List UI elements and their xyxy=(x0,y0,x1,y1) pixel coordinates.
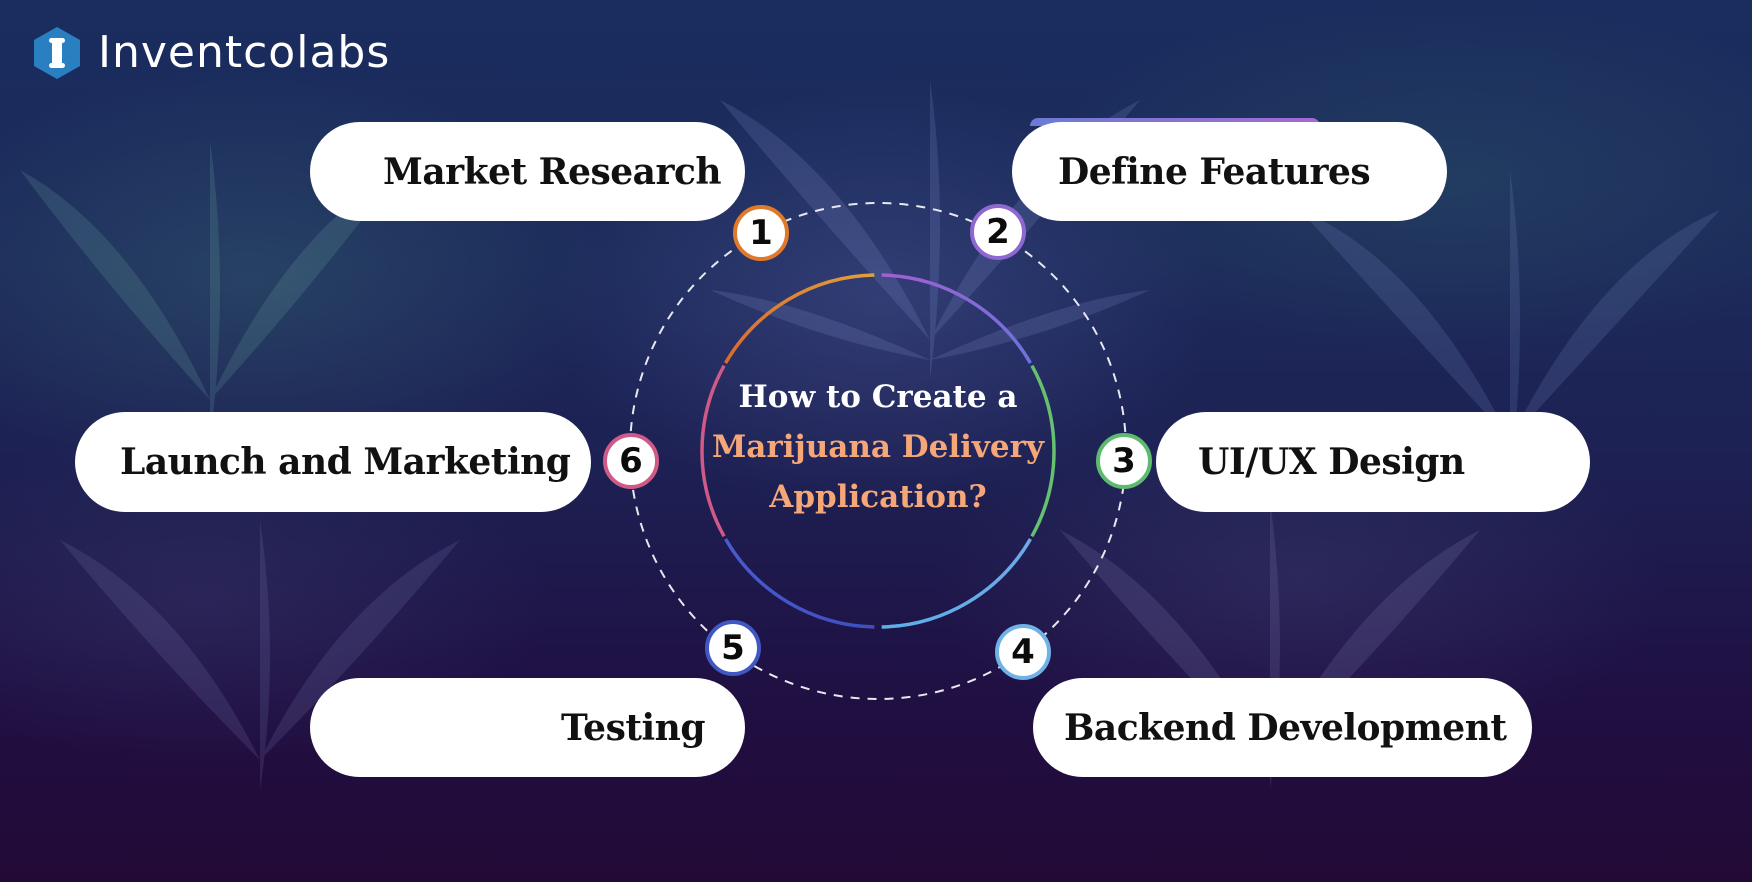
step-label: Backend Development xyxy=(1064,706,1507,749)
infographic-canvas: Inventcolabs Market Research Define Feat… xyxy=(0,0,1752,882)
step-pill-testing: Testing xyxy=(310,678,745,777)
step-pill-market-research: Market Research xyxy=(310,122,745,221)
step-number-badge-2: 2 xyxy=(970,204,1026,260)
step-pill-uiux-design: UI/UX Design xyxy=(1156,412,1590,512)
step-label: Testing xyxy=(561,706,705,749)
step-label: Market Research xyxy=(383,150,722,193)
step-number-badge-1: 1 xyxy=(733,205,789,261)
center-title-line-3: Application? xyxy=(769,479,987,515)
step-number-badge-3: 3 xyxy=(1096,433,1152,489)
ring-segment-2 xyxy=(881,273,1032,364)
step-label: Define Features xyxy=(1058,150,1371,193)
step-number-badge-5: 5 xyxy=(705,620,761,676)
ring-segment-4 xyxy=(881,538,1032,629)
center-title-line-2: Marijuana Delivery xyxy=(711,429,1044,465)
ring-segment-1 xyxy=(724,273,875,364)
step-pill-backend-development: Backend Development xyxy=(1033,678,1532,777)
step-number-badge-4: 4 xyxy=(995,624,1051,680)
center-title: How to Create a Marijuana Delivery Appli… xyxy=(698,372,1058,522)
ring-segment-5 xyxy=(724,538,875,629)
step-label: Launch and Marketing xyxy=(120,441,571,483)
center-title-line-1: How to Create a xyxy=(738,379,1018,415)
step-pill-define-features: Define Features xyxy=(1012,122,1447,221)
step-number-badge-6: 6 xyxy=(603,433,659,489)
step-pill-launch-marketing: Launch and Marketing xyxy=(75,412,591,512)
step-label: UI/UX Design xyxy=(1198,441,1465,483)
